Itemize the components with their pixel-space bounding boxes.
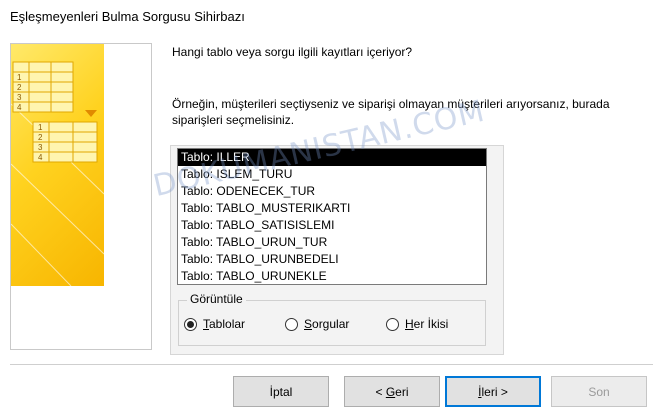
radio-checked-icon[interactable] [184, 317, 197, 331]
list-item[interactable]: Tablo: ISLEM_TURU [178, 166, 486, 183]
illustration-row-number: 4 [17, 103, 22, 112]
list-item[interactable]: Tablo: TABLO_URUNBEDELI [178, 251, 486, 268]
next-button[interactable]: İleri > [445, 376, 541, 407]
radio-queries-label: Sorgular [304, 317, 350, 331]
list-item[interactable]: Tablo: TABLO_SATISISLEMI [178, 217, 486, 234]
radio-queries[interactable]: Sorgular [285, 317, 349, 331]
window-title: Eşleşmeyenleri Bulma Sorgusu Sihirbazı [10, 9, 245, 24]
radio-both[interactable]: Her İkisi [386, 317, 448, 331]
cancel-button-label: İptal [269, 384, 293, 399]
list-item[interactable]: Tablo: TABLO_MUSTERIKARTI [178, 200, 486, 217]
illustration-row-number: 4 [38, 153, 43, 162]
illustration-row-number: 1 [17, 73, 22, 82]
footer-separator [10, 364, 653, 365]
finish-button[interactable]: Son [551, 376, 647, 407]
list-item[interactable]: Tablo: TABLO_URUN_TUR [178, 234, 486, 251]
explanation-text: Örneğin, müşterileri seçtiyseniz ve sipa… [172, 97, 610, 127]
list-item[interactable]: Tablo: TABLO_URUNEKLE [178, 268, 486, 284]
radio-both-label: Her İkisi [405, 317, 449, 331]
cancel-button[interactable]: İptal [233, 376, 329, 407]
back-button[interactable]: < Geri [344, 376, 440, 407]
list-item[interactable]: Tablo: ODENECEK_TUR [178, 183, 486, 200]
back-button-label: < Geri [375, 384, 409, 399]
illustration-row-number: 2 [38, 133, 43, 142]
prompt-text: Hangi tablo veya sorgu ilgili kayıtları … [172, 45, 413, 59]
radio-tables-label: Tablolar [203, 317, 246, 331]
view-group-legend: Görüntüle [187, 292, 246, 306]
illustration-row-number: 1 [38, 123, 43, 132]
illustration-row-number: 2 [17, 83, 22, 92]
table-query-listbox[interactable]: Tablo: ILLER Tablo: ISLEM_TURU Tablo: OD… [177, 148, 487, 285]
radio-tables[interactable]: Tablolar [184, 317, 245, 331]
radio-unchecked-icon[interactable] [386, 317, 399, 331]
list-item[interactable]: Tablo: ILLER [178, 149, 486, 166]
illustration-row-number: 3 [17, 93, 22, 102]
wizard-illustration: 1 2 3 4 1 2 3 4 [11, 44, 104, 286]
finish-button-label: Son [588, 384, 610, 399]
next-button-label: İleri > [478, 384, 508, 399]
illustration-row-number: 3 [38, 143, 43, 152]
table-graphic-icon: 1 2 3 4 1 2 3 4 [11, 61, 104, 286]
radio-unchecked-icon[interactable] [285, 317, 298, 331]
